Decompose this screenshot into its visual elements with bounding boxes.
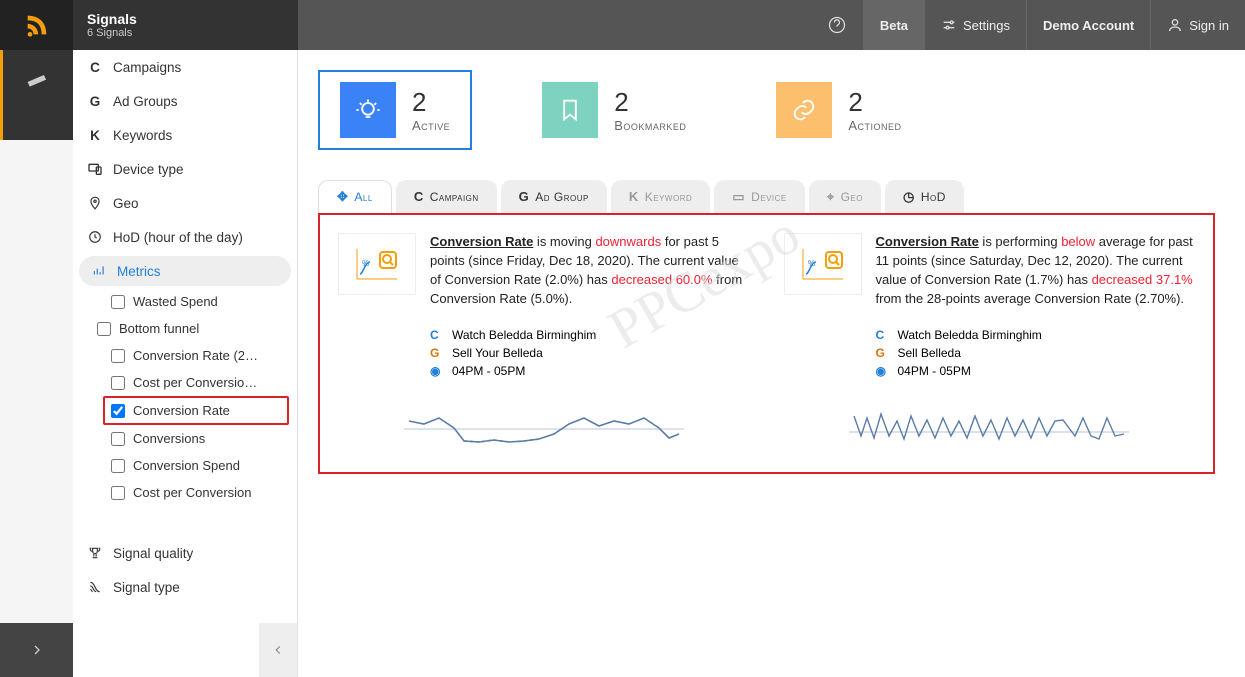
check-bottom-funnel[interactable]: Bottom funnel — [73, 315, 297, 342]
link-icon — [776, 82, 832, 138]
meta-time: ◉04PM - 05PM — [876, 364, 1196, 378]
page-title: Signals — [87, 11, 284, 27]
sliders-icon — [941, 17, 957, 33]
stat-bookmarked[interactable]: 2Bookmarked — [522, 70, 706, 150]
signal-card-2[interactable]: % Conversion Rate is performing below av… — [774, 223, 1206, 464]
bulb-icon — [340, 82, 396, 138]
chart-icon — [91, 263, 107, 279]
c-icon: C — [414, 189, 424, 204]
pin-icon — [87, 195, 103, 211]
signal-text: Conversion Rate is performing below aver… — [876, 233, 1196, 308]
nav-expand[interactable] — [0, 623, 73, 677]
filter-adgroups[interactable]: GAd Groups — [73, 84, 297, 118]
stat-active[interactable]: 2Active — [318, 70, 472, 150]
c-icon: C — [87, 59, 103, 75]
filter-signal-quality[interactable]: Signal quality — [73, 536, 297, 570]
meta-adgroup: GSell Your Belleda — [430, 346, 750, 360]
tab-keyword[interactable]: KKeyword — [611, 180, 710, 213]
tab-all[interactable]: ✥All — [318, 180, 392, 213]
meta-adgroup: GSell Belleda — [876, 346, 1196, 360]
clock-icon: ◷ — [903, 189, 915, 205]
filter-geo[interactable]: Geo — [73, 186, 297, 220]
tab-hod[interactable]: ◷HoD — [885, 180, 964, 213]
meta-campaign: CWatch Beledda Birminghim — [876, 328, 1196, 342]
svg-text:%: % — [362, 259, 369, 268]
tab-geo[interactable]: ⌖Geo — [809, 180, 881, 213]
pin-icon: ⌖ — [827, 189, 835, 205]
play-icon: ◉ — [430, 364, 444, 378]
signal-thumb: % — [784, 233, 862, 295]
check-cost-per-conv-trunc[interactable]: Cost per Conversio… — [73, 369, 297, 396]
page-subtitle: 6 Signals — [87, 27, 284, 39]
signal-cards-region: % Conversion Rate is moving downwards fo… — [318, 213, 1215, 474]
device-icon: ▭ — [732, 189, 745, 205]
filter-keywords[interactable]: KKeywords — [73, 118, 297, 152]
check-conversions[interactable]: Conversions — [73, 425, 297, 452]
meta-time: ◉04PM - 05PM — [430, 364, 750, 378]
chevron-right-icon — [29, 642, 45, 658]
check-conv-rate-2[interactable]: Conversion Rate (2… — [73, 342, 297, 369]
sparkline — [784, 404, 1196, 454]
stat-actioned[interactable]: 2Actioned — [756, 70, 921, 150]
filter-hod[interactable]: HoD (hour of the day) — [73, 220, 297, 254]
sidebar-collapse[interactable] — [259, 623, 297, 677]
trophy-icon — [87, 545, 103, 561]
page-title-box: Signals 6 Signals — [73, 0, 298, 50]
play-icon: ◉ — [876, 364, 890, 378]
bookmark-icon — [542, 82, 598, 138]
check-conversion-spend[interactable]: Conversion Spend — [73, 452, 297, 479]
account-label[interactable]: Demo Account — [1026, 0, 1150, 50]
filter-metrics[interactable]: Metrics — [79, 256, 291, 286]
signin-button[interactable]: Sign in — [1150, 0, 1245, 50]
filter-signal-type[interactable]: Signal type — [73, 570, 297, 604]
clock-icon — [87, 229, 103, 245]
filter-campaigns[interactable]: CCampaigns — [73, 50, 297, 84]
filter-device[interactable]: Device type — [73, 152, 297, 186]
tab-campaign[interactable]: CCampaign — [396, 180, 497, 213]
signal-text: Conversion Rate is moving downwards for … — [430, 233, 750, 308]
filter-sidebar: CCampaigns GAd Groups KKeywords Device t… — [73, 50, 298, 677]
wave-icon — [87, 579, 103, 595]
check-conversion-rate[interactable]: Conversion Rate — [103, 396, 289, 425]
chevron-left-icon — [271, 643, 285, 657]
rss-icon — [23, 11, 51, 39]
telescope-icon — [24, 68, 52, 96]
help-button[interactable] — [811, 0, 863, 50]
sparkline — [338, 404, 750, 454]
svg-text:%: % — [808, 259, 815, 268]
tab-device[interactable]: ▭Device — [714, 180, 804, 213]
k-icon: K — [629, 189, 639, 204]
user-icon — [1167, 17, 1183, 33]
help-icon — [827, 15, 847, 35]
move-icon: ✥ — [337, 189, 348, 205]
beta-badge: Beta — [863, 0, 924, 50]
signal-thumb: % — [338, 233, 416, 295]
g-icon: G — [87, 93, 103, 109]
nav-signals[interactable] — [0, 50, 73, 140]
signal-card-1[interactable]: % Conversion Rate is moving downwards fo… — [328, 223, 760, 464]
app-logo[interactable] — [0, 0, 73, 50]
check-wasted-spend[interactable]: Wasted Spend — [73, 288, 297, 315]
device-icon — [87, 161, 103, 177]
settings-button[interactable]: Settings — [924, 0, 1026, 50]
check-cost-per-conversion[interactable]: Cost per Conversion — [73, 479, 297, 506]
k-icon: K — [87, 127, 103, 143]
meta-campaign: CWatch Beledda Birminghim — [430, 328, 750, 342]
g-icon: G — [519, 189, 530, 204]
tab-adgroup[interactable]: GAd Group — [501, 180, 607, 213]
